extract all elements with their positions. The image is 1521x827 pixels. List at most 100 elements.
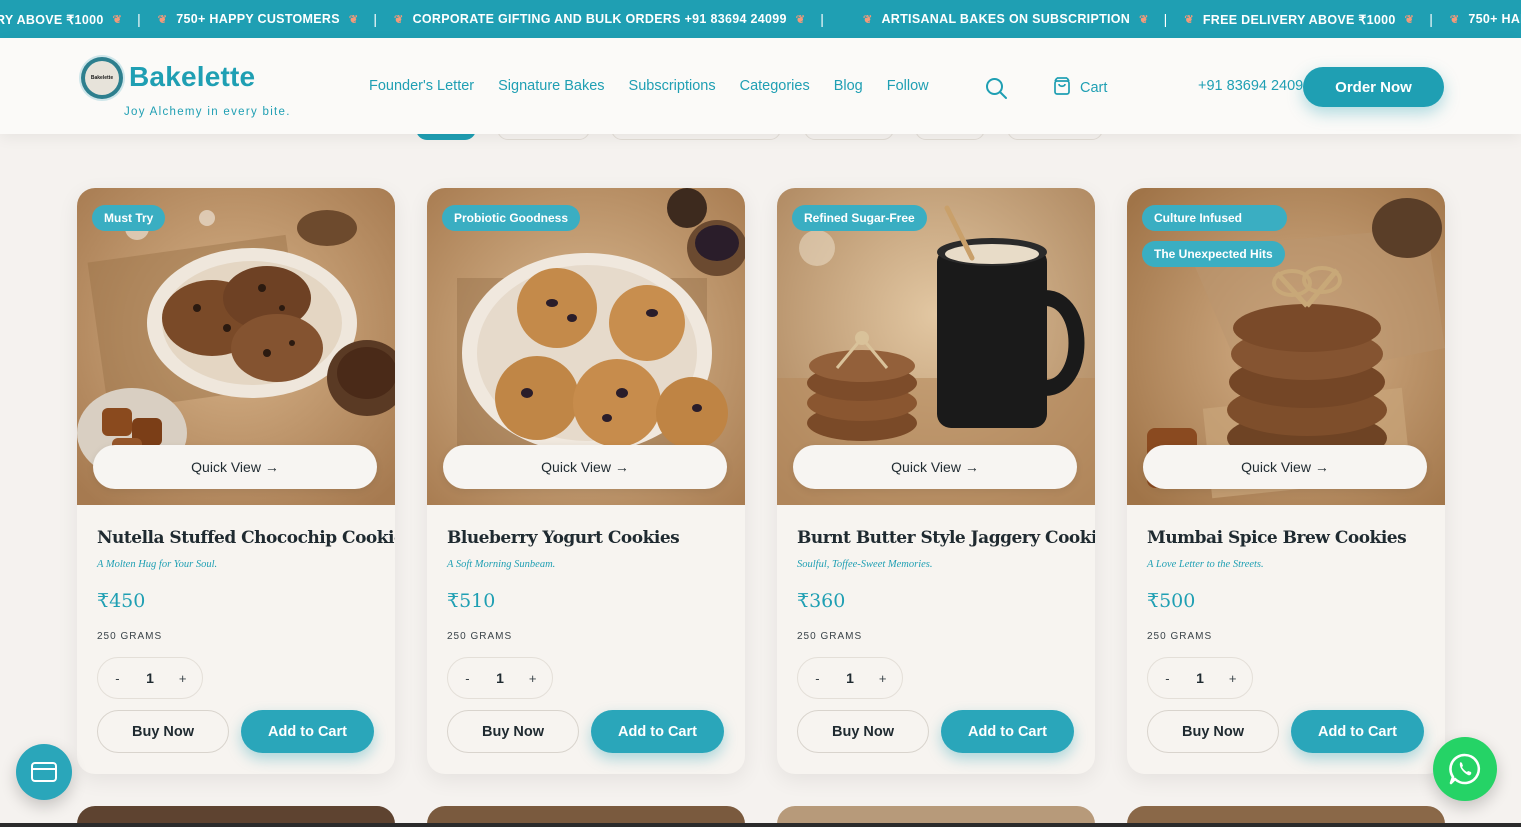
ticker-text: 750+ HAPPY CUSTOMERS — [176, 12, 340, 26]
site-header: Bakelette Bakelette Joy Alchemy in every… — [0, 38, 1521, 134]
ticker-text: CORPORATE GIFTING AND BULK ORDERS +91 83… — [412, 12, 787, 26]
increment-button[interactable]: + — [173, 671, 193, 686]
ticker-separator: | — [1163, 11, 1168, 27]
logo-text: Bakelette — [85, 61, 119, 95]
product-subtitle: A Love Letter to the Streets. — [1147, 559, 1264, 570]
ribbon-icon: ❦ — [157, 13, 168, 26]
increment-button[interactable]: + — [873, 671, 893, 686]
ribbon-icon: ❦ — [795, 13, 806, 26]
product-badge: The Unexpected Hits — [1142, 241, 1285, 267]
nav-signature-bakes[interactable]: Signature Bakes — [498, 78, 604, 94]
quantity-value: 1 — [146, 670, 154, 686]
quantity-stepper: - 1 + — [1147, 657, 1253, 699]
ticker-text: FREE DELIVERY ABOVE ₹1000 — [1202, 12, 1396, 27]
decrement-button[interactable]: - — [107, 671, 127, 686]
quantity-value: 1 — [1196, 670, 1204, 686]
whatsapp-icon[interactable] — [1433, 737, 1497, 801]
product-card: Culture Infused The Unexpected Hits Quic… — [1127, 188, 1445, 774]
ticker-separator: | — [820, 11, 824, 27]
buy-now-button[interactable]: Buy Now — [797, 710, 929, 753]
product-weight: 250 GRAMS — [1147, 631, 1213, 642]
decrement-button[interactable]: - — [457, 671, 477, 686]
search-icon[interactable] — [984, 76, 1008, 100]
increment-button[interactable]: + — [1223, 671, 1243, 686]
ribbon-icon: ❦ — [1404, 13, 1415, 26]
product-card: Must Try Quick View → Nutella Stuffed Ch… — [77, 188, 395, 774]
product-card: Probiotic Goodness Quick View → Blueberr… — [427, 188, 745, 774]
product-title[interactable]: Nutella Stuffed Chocochip Cookies — [97, 528, 395, 548]
add-to-cart-button[interactable]: Add to Cart — [941, 710, 1074, 753]
quick-view-button[interactable]: Quick View → — [93, 445, 377, 489]
buy-now-button[interactable]: Buy Now — [1147, 710, 1279, 753]
product-title[interactable]: Blueberry Yogurt Cookies — [447, 528, 680, 548]
add-to-cart-button[interactable]: Add to Cart — [241, 710, 374, 753]
order-now-button[interactable]: Order Now — [1303, 67, 1444, 107]
nav-follow[interactable]: Follow — [887, 78, 929, 94]
ribbon-icon: ❦ — [862, 13, 873, 26]
product-weight: 250 GRAMS — [447, 631, 513, 642]
product-price: ₹510 — [447, 590, 496, 612]
product-badge: Probiotic Goodness — [442, 205, 581, 231]
quick-view-button[interactable]: Quick View → — [793, 445, 1077, 489]
quantity-stepper: - 1 + — [447, 657, 553, 699]
ribbon-icon: ❦ — [394, 13, 404, 26]
product-price: ₹360 — [797, 590, 846, 612]
nav-categories[interactable]: Categories — [740, 78, 810, 94]
nav-subscriptions[interactable]: Subscriptions — [629, 78, 716, 94]
ribbon-icon: ❦ — [112, 13, 123, 26]
ticker-item: ❦ CORPORATE GIFTING AND BULK ORDERS +91 8… — [385, 12, 814, 26]
product-subtitle: A Soft Morning Sunbeam. — [447, 559, 556, 570]
product-title[interactable]: Burnt Butter Style Jaggery Cookies — [797, 528, 1095, 548]
ticker-separator: | — [373, 11, 378, 27]
ribbon-icon: ❦ — [1449, 13, 1460, 26]
cart-label: Cart — [1080, 80, 1108, 96]
ticker-item: ❦ FREE DELIVERY ABOVE ₹1000 ❦ — [1175, 12, 1423, 27]
product-weight: 250 GRAMS — [97, 631, 163, 642]
add-to-cart-button[interactable]: Add to Cart — [591, 710, 724, 753]
main-nav: Founder's Letter Signature Bakes Subscri… — [369, 78, 929, 94]
ticker-text: ARTISANAL BAKES ON SUBSCRIPTION — [881, 12, 1131, 26]
product-badge: Refined Sugar-Free — [792, 205, 927, 231]
viewport-bottom-edge — [0, 823, 1521, 827]
increment-button[interactable]: + — [523, 671, 543, 686]
ticker-track: RY ABOVE ₹1000 ❦ | ❦ 750+ HAPPY CUSTOMERS ❦… — [0, 0, 1521, 38]
product-card: Refined Sugar-Free Quick View → Burnt Bu… — [777, 188, 1095, 774]
quick-view-button[interactable]: Quick View → — [1143, 445, 1427, 489]
product-image[interactable]: Must Try Quick View → — [77, 188, 395, 505]
ribbon-icon: ❦ — [1139, 13, 1149, 26]
product-image[interactable]: Refined Sugar-Free Quick View → — [777, 188, 1095, 505]
quantity-stepper: - 1 + — [797, 657, 903, 699]
decrement-button[interactable]: - — [807, 671, 827, 686]
product-price: ₹500 — [1147, 590, 1196, 612]
ticker-separator: | — [1429, 11, 1433, 27]
cart-button[interactable]: Cart — [1052, 76, 1107, 100]
ticker-item: RY ABOVE ₹1000 ❦ — [0, 12, 131, 27]
ticker-item: ❦ 750+ HAPPY CUSTOMERS ❦ — [149, 12, 368, 26]
buy-now-button[interactable]: Buy Now — [447, 710, 579, 753]
add-to-cart-button[interactable]: Add to Cart — [1291, 710, 1424, 753]
product-subtitle: Soulful, Toffee-Sweet Memories. — [797, 559, 933, 570]
phone-link[interactable]: +91 83694 24099 — [1198, 78, 1311, 94]
ribbon-icon: ❦ — [1184, 13, 1194, 26]
product-image[interactable]: Probiotic Goodness Quick View → — [427, 188, 745, 505]
product-title[interactable]: Mumbai Spice Brew Cookies — [1147, 528, 1407, 548]
ticker-text: 750+ HAPPY — [1468, 12, 1521, 26]
ticker-item: ❦ 750+ HAPPY — [1441, 12, 1521, 26]
card-icon[interactable] — [16, 744, 72, 800]
quantity-value: 1 — [496, 670, 504, 686]
quantity-stepper: - 1 + — [97, 657, 203, 699]
ticker-item: ❦ ARTISANAL BAKES ON SUBSCRIPTION ❦ — [854, 12, 1158, 26]
brand-name: Bakelette — [129, 61, 256, 92]
announcement-ticker: RY ABOVE ₹1000 ❦ | ❦ 750+ HAPPY CUSTOMERS ❦… — [0, 0, 1521, 38]
product-badge: Culture Infused — [1142, 205, 1287, 231]
decrement-button[interactable]: - — [1157, 671, 1177, 686]
quick-view-button[interactable]: Quick View → — [443, 445, 727, 489]
brand-tagline: Joy Alchemy in every bite. — [124, 106, 291, 118]
nav-blog[interactable]: Blog — [834, 78, 863, 94]
product-image[interactable]: Culture Infused The Unexpected Hits Quic… — [1127, 188, 1445, 505]
product-badge: Must Try — [92, 205, 166, 231]
nav-founders-letter[interactable]: Founder's Letter — [369, 78, 474, 94]
product-subtitle: A Molten Hug for Your Soul. — [97, 559, 218, 570]
ticker-separator: | — [137, 11, 141, 27]
buy-now-button[interactable]: Buy Now — [97, 710, 229, 753]
